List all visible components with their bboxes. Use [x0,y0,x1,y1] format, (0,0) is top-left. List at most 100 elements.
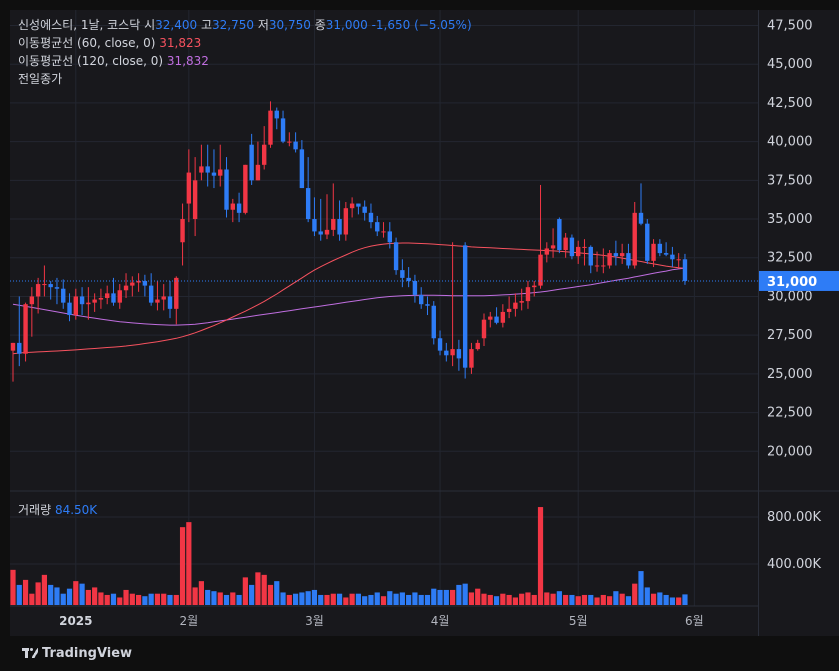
candle [356,203,361,215]
volume-bar [525,592,531,605]
legend-prev-close-row[interactable]: 전일종가 [18,70,472,88]
candle-body [92,299,97,303]
legend-ma120-row[interactable]: 이동평균선 (120, close, 0) 31,832 [18,52,472,70]
candle-body [161,296,166,300]
legend-ma60-row[interactable]: 이동평균선 (60, close, 0) 31,823 [18,34,472,52]
price-tick-label: 22,500 [767,406,813,421]
candle [393,237,399,275]
volume-bar [117,597,123,605]
candle-body [481,319,487,339]
candle-body [670,254,675,260]
volume-legend[interactable]: 거래량 84.50K [18,501,97,518]
candle-body [645,223,650,261]
candle-body [192,180,198,220]
candle [638,183,644,226]
candle [406,267,411,288]
volume-bar [393,593,399,605]
candle [607,250,612,269]
price-tick-label: 32,500 [767,251,813,266]
price-tick-label: 27,500 [767,328,813,343]
volume-bar [625,596,632,605]
candle-body [98,298,104,300]
volume-bar [443,589,449,605]
volume-bar [274,581,280,605]
candle [475,339,480,351]
candle-body [199,166,204,173]
candle [563,232,568,258]
candle-body [557,219,562,250]
candle-body [61,288,66,303]
volume-bar [355,593,361,605]
tradingview-icon [22,647,38,660]
candle-body [657,243,663,254]
volume-bar [431,588,437,605]
legend-open-value: 32,400 [155,18,198,32]
candle [532,280,537,297]
time-label: 4월 [431,614,450,628]
candle-body [155,299,160,303]
candle-body [123,285,129,291]
volume-bar [293,593,299,605]
candle [619,243,625,264]
volume-bar [418,594,424,605]
volume-bar [286,594,292,605]
candle [130,276,135,297]
candle [576,240,581,264]
time-axis[interactable]: 2025 2월 3월 4월 5월 6월 [59,614,704,628]
candle-body [425,304,430,306]
volume-bar [493,596,500,605]
volume-bar [136,594,142,605]
chart-pane[interactable]: 2025 2월 3월 4월 5월 6월 신성에스티, 1날, 코스닥 시32,400 고3… [10,10,758,636]
tradingview-logo[interactable]: TradingView [22,646,132,661]
candle-body [117,290,122,303]
candle-body [111,293,116,303]
legend-symbol[interactable]: 신성에스티, 1날, 코스닥 [18,18,140,32]
volume-bar [198,581,204,605]
candle [362,200,367,221]
candle [444,342,449,362]
volume-bar [406,594,412,605]
candle [494,307,499,325]
candle-body [632,212,637,266]
candle [312,197,317,237]
legend-prev-close-label[interactable]: 전일종가 [18,72,62,86]
candle-body [488,316,493,320]
legend-ma120-label[interactable]: 이동평균선 (120, close, 0) [18,54,163,68]
chart-canvas[interactable]: 2025 2월 3월 4월 5월 6월 [10,10,758,636]
candle [105,285,110,305]
candle [243,164,248,215]
candle-body [174,277,179,309]
time-label: 2025 [59,614,92,628]
legend-ma60-label[interactable]: 이동평균선 (60, close, 0) [18,36,155,50]
candle [262,126,267,170]
time-label: 5월 [569,614,588,628]
volume-bar [569,594,575,605]
volume-bar [129,593,135,605]
candle [174,276,179,325]
volume-bar [462,583,468,605]
candle-body [305,188,311,220]
legend-ohlc-row[interactable]: 신성에스티, 1날, 코스닥 시32,400 고32,750 저30,750 종… [18,16,472,34]
candle [544,242,549,263]
price-axis-canvas[interactable]: 47,500 45,000 42,500 40,000 37,500 35,000 32,5… [759,10,839,636]
candle [86,287,91,320]
candle [287,132,292,147]
volume-bar [581,594,588,605]
candle-body [136,280,141,283]
candle-body [249,144,254,181]
candle [431,301,436,345]
candle [42,265,47,297]
candle-body [218,169,223,176]
volume-bar [632,583,638,605]
volume-bar [29,593,35,605]
candle-body [337,219,342,235]
candle [299,140,305,189]
candle-body [274,110,279,119]
candle [10,342,16,382]
candle [663,242,669,257]
candle [538,184,543,289]
price-axis[interactable]: 47,500 45,000 42,500 40,000 37,500 35,000 32,5… [758,10,839,636]
candle [419,287,424,309]
candle-body [462,245,468,368]
candle-body [412,280,418,295]
